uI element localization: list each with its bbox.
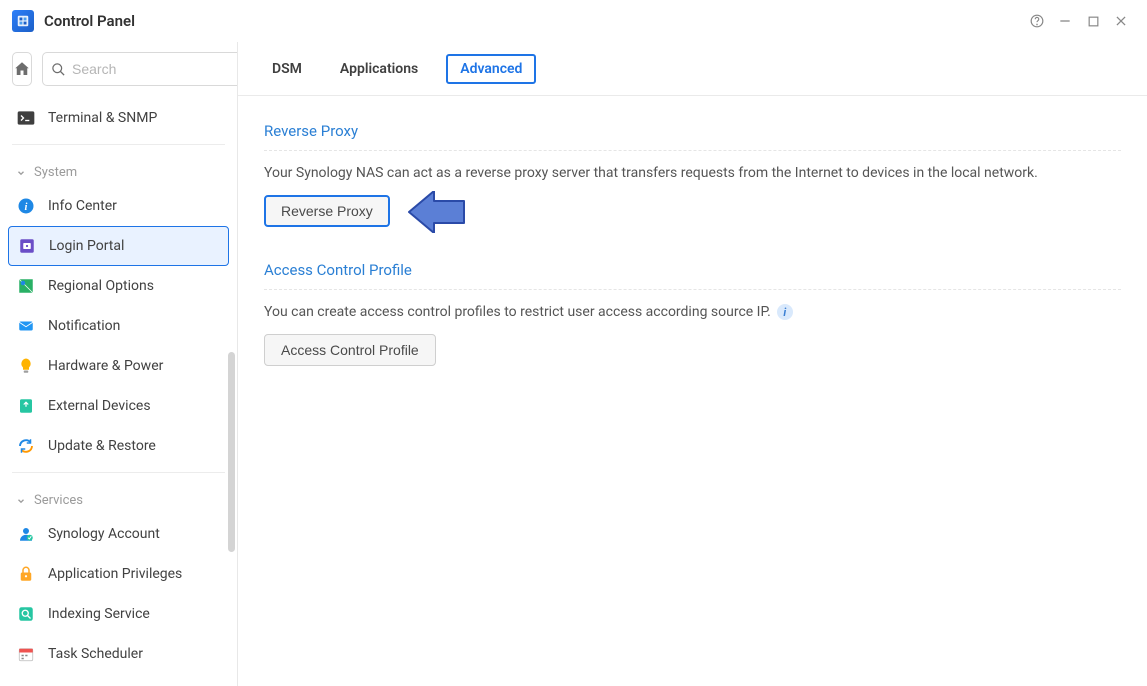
sidebar-item-application-privileges[interactable]: Application Privileges xyxy=(8,554,229,594)
home-button[interactable] xyxy=(12,52,32,86)
sidebar-item-synology-account[interactable]: Synology Account xyxy=(8,514,229,554)
sidebar-item-label: External Devices xyxy=(48,398,151,414)
titlebar: Control Panel xyxy=(0,0,1147,42)
sidebar-item-hardware-power[interactable]: Hardware & Power xyxy=(8,346,229,386)
tab-dsm[interactable]: DSM xyxy=(262,55,312,83)
section-reverse-proxy: Reverse Proxy Your Synology NAS can act … xyxy=(264,116,1121,227)
globe-icon xyxy=(16,276,36,296)
sidebar-item-indexing-service[interactable]: Indexing Service xyxy=(8,594,229,634)
tab-advanced[interactable]: Advanced xyxy=(446,54,536,84)
bulb-icon xyxy=(16,356,36,376)
sidebar-item-login-portal[interactable]: Login Portal xyxy=(8,226,229,266)
section-description: Your Synology NAS can act as a reverse p… xyxy=(264,165,1121,181)
portal-icon xyxy=(17,236,37,256)
section-title: Reverse Proxy xyxy=(264,116,1121,151)
user-icon xyxy=(16,524,36,544)
sidebar-item-label: Hardware & Power xyxy=(48,358,163,374)
app-icon xyxy=(12,10,34,32)
divider xyxy=(12,472,225,473)
sidebar-item-label: Notification xyxy=(48,318,120,334)
search-field[interactable] xyxy=(42,52,238,86)
access-control-profile-button[interactable]: Access Control Profile xyxy=(264,334,436,366)
sidebar-item-external-devices[interactable]: External Devices xyxy=(8,386,229,426)
refresh-icon xyxy=(16,436,36,456)
sidebar: Terminal & SNMP System i Info Center Log… xyxy=(0,42,238,686)
search-doc-icon xyxy=(16,604,36,624)
search-input[interactable] xyxy=(72,61,238,77)
scrollbar-thumb[interactable] xyxy=(228,352,235,552)
info-icon[interactable]: i xyxy=(777,304,793,320)
window-title: Control Panel xyxy=(44,12,135,30)
sidebar-item-label: Update & Restore xyxy=(48,438,156,454)
sidebar-item-label: Regional Options xyxy=(48,278,154,294)
sidebar-item-task-scheduler[interactable]: Task Scheduler xyxy=(8,634,229,674)
sidebar-item-label: Task Scheduler xyxy=(48,646,143,662)
sidebar-item-label: Login Portal xyxy=(49,238,124,254)
divider xyxy=(12,144,225,145)
info-icon: i xyxy=(16,196,36,216)
sidebar-item-label: Application Privileges xyxy=(48,566,182,582)
maximize-button[interactable] xyxy=(1079,7,1107,35)
minimize-button[interactable] xyxy=(1051,7,1079,35)
arrow-annotation-icon xyxy=(404,191,474,237)
group-services[interactable]: Services xyxy=(8,479,229,514)
sidebar-item-notification[interactable]: Notification xyxy=(8,306,229,346)
sidebar-item-label: Indexing Service xyxy=(48,606,150,622)
sidebar-item-update-restore[interactable]: Update & Restore xyxy=(8,426,229,466)
main-panel: DSM Applications Advanced Reverse Proxy … xyxy=(238,42,1147,686)
sidebar-item-regional-options[interactable]: Regional Options xyxy=(8,266,229,306)
section-title: Access Control Profile xyxy=(264,255,1121,290)
lock-icon xyxy=(16,564,36,584)
tab-applications[interactable]: Applications xyxy=(330,55,428,83)
calendar-icon xyxy=(16,644,36,664)
group-system[interactable]: System xyxy=(8,151,229,186)
reverse-proxy-button[interactable]: Reverse Proxy xyxy=(264,195,390,227)
sidebar-item-terminal-snmp[interactable]: Terminal & SNMP xyxy=(8,98,229,138)
svg-text:i: i xyxy=(25,202,28,213)
section-description: You can create access control profiles t… xyxy=(264,304,771,320)
terminal-icon xyxy=(16,108,36,128)
section-access-control: Access Control Profile You can create ac… xyxy=(264,255,1121,366)
search-icon xyxy=(51,62,66,77)
sidebar-item-label: Info Center xyxy=(48,198,117,214)
device-icon xyxy=(16,396,36,416)
sidebar-item-label: Synology Account xyxy=(48,526,160,542)
chevron-down-icon xyxy=(16,168,26,178)
help-button[interactable] xyxy=(1023,7,1051,35)
notify-icon xyxy=(16,316,36,336)
close-button[interactable] xyxy=(1107,7,1135,35)
group-label: Services xyxy=(34,493,83,508)
sidebar-item-label: Terminal & SNMP xyxy=(48,110,157,126)
chevron-down-icon xyxy=(16,496,26,506)
group-label: System xyxy=(34,165,77,180)
sidebar-item-info-center[interactable]: i Info Center xyxy=(8,186,229,226)
tab-bar: DSM Applications Advanced xyxy=(238,42,1147,96)
